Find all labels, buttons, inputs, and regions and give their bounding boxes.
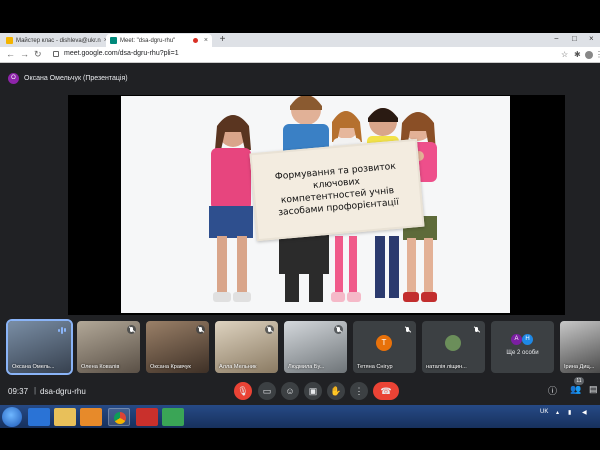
captions-button[interactable]: ☺ [281, 382, 299, 400]
forward-button[interactable]: → [20, 49, 29, 59]
participant-name: Людмила Бу... [288, 364, 325, 370]
maximize-button[interactable]: □ [572, 34, 577, 43]
tab-close-icon[interactable]: × [204, 37, 208, 44]
browser-tab-strip: Майстер клас - dishleva@ukr.n × Meet: "d… [0, 33, 600, 47]
mic-off-icon [265, 325, 274, 334]
recording-indicator-icon [192, 38, 198, 43]
meeting-code: dsa-dgru-rhu [40, 387, 86, 396]
camera-icon: ▭ [262, 385, 272, 396]
presenter-name: Оксана Омельчук (Презентація) [24, 74, 128, 82]
new-tab-button[interactable]: + [217, 35, 228, 46]
tray-arrow-icon[interactable]: ▴ [556, 409, 559, 416]
raise-hand-button[interactable]: ✋ [327, 382, 345, 400]
participant-tile[interactable]: Т Тетяна Снігур [353, 321, 416, 373]
back-button[interactable]: ← [6, 49, 15, 59]
start-button[interactable] [2, 407, 22, 427]
browser-toolbar: ← → ↻ meet.google.com/dsa-dgru-rhu?pli=1… [0, 47, 600, 63]
participant-name: Оксана Омель... [12, 364, 55, 370]
extensions-icon[interactable]: ✱ [574, 50, 581, 59]
participant-tile[interactable]: Оксана Омель... [6, 319, 73, 375]
mic-toggle-button[interactable]: 🎙 [234, 382, 252, 400]
address-bar[interactable]: meet.google.com/dsa-dgru-rhu?pli=1 [64, 50, 179, 57]
present-icon: ▣ [308, 385, 318, 396]
slide-sign: Формування та розвиток ключових компетен… [249, 138, 425, 242]
more-participants-label: Ще 2 особи [506, 350, 539, 356]
profile-icon[interactable] [585, 51, 593, 59]
tab-favicon-icon [6, 37, 13, 44]
explorer-icon[interactable] [54, 408, 76, 426]
participant-name: Олена Ковалів [81, 364, 120, 370]
camera-toggle-button[interactable]: ▭ [258, 382, 276, 400]
captions-icon: ☺ [285, 386, 295, 396]
browser-tab-1[interactable]: Майстер клас - dishleva@ukr.n × [2, 34, 106, 47]
chrome-logo-icon [114, 412, 126, 424]
participant-name: Тетяна Снігур [357, 364, 393, 370]
reload-button[interactable]: ↻ [34, 49, 42, 60]
speaking-indicator-icon [58, 326, 67, 334]
app-icon[interactable] [162, 408, 184, 426]
meet-favicon-icon [110, 37, 117, 44]
participant-tile[interactable]: Олена Ковалів [77, 321, 140, 373]
participant-tile[interactable]: Людмила Бу... [284, 321, 347, 373]
language-indicator[interactable]: UK [540, 409, 548, 415]
slide-title: Формування та розвиток ключових компетен… [274, 160, 400, 219]
participant-name: наталія ліщин... [426, 364, 467, 370]
hang-up-button[interactable]: ☎ [373, 382, 399, 400]
star-icon[interactable]: ☆ [561, 50, 568, 59]
menu-icon[interactable]: ⋮ [595, 50, 600, 59]
windows-taskbar: UK ▴ ▮ ◀ [0, 405, 600, 428]
participant-avatar: A [511, 334, 522, 345]
chat-button[interactable]: ▤ [589, 384, 598, 395]
browser-tab-2[interactable]: Meet: "dsa-dgru-rhu" × [106, 34, 212, 47]
acrobat-icon[interactable] [136, 408, 158, 426]
mic-off-icon [403, 325, 412, 334]
presenter-avatar: O [8, 72, 19, 84]
presentation-stage: Формування та розвиток ключових компетен… [68, 95, 565, 315]
participant-name: Алла Мельник [219, 364, 257, 370]
close-window-button[interactable]: × [589, 34, 594, 43]
separator: | [34, 386, 37, 395]
people-button[interactable]: 👥 [570, 384, 581, 395]
participant-avatar: Н [522, 334, 533, 345]
raise-hand-icon: ✋ [330, 385, 342, 396]
network-icon[interactable]: ▮ [568, 409, 571, 416]
participant-name: Ірина Диц... [564, 364, 595, 370]
mic-off-icon [127, 325, 136, 334]
ie-icon[interactable] [28, 408, 50, 426]
presentation-slide: Формування та розвиток ключових компетен… [121, 96, 510, 313]
participant-tile[interactable]: Алла Мельник [215, 321, 278, 373]
mic-off-icon [196, 325, 205, 334]
mic-off-icon: 🎙 [237, 385, 249, 396]
participant-avatar: Т [376, 335, 392, 351]
hang-up-icon: ☎ [380, 385, 392, 396]
tab-title: Майстер клас - dishleva@ukr.n [16, 37, 101, 44]
info-button[interactable]: ⓘ [548, 384, 557, 397]
media-icon[interactable] [80, 408, 102, 426]
participant-tile[interactable]: Ірина Диц... [560, 321, 600, 373]
present-button[interactable]: ▣ [304, 382, 322, 400]
participant-strip: Оксана Омель... Олена Ковалів Оксана Кра… [6, 319, 600, 375]
minimize-button[interactable]: − [554, 34, 559, 43]
tab-title: Meet: "dsa-dgru-rhu" [120, 37, 176, 44]
presenter-bar: O Оксана Омельчук (Презентація) [8, 71, 128, 85]
chrome-icon[interactable] [108, 408, 130, 426]
volume-icon[interactable]: ◀ [582, 409, 587, 416]
more-options-icon: ⋮ [354, 385, 364, 396]
mic-off-icon [334, 325, 343, 334]
mic-off-icon [472, 325, 481, 334]
meeting-time: 09:37 [8, 387, 29, 396]
lock-icon [53, 51, 59, 57]
more-participants-avatars: A Н [511, 334, 533, 345]
more-participants-tile[interactable]: A Н Ще 2 особи [491, 321, 554, 373]
participant-tile[interactable]: Оксана Кравчук [146, 321, 209, 373]
participant-name: Оксана Кравчук [150, 364, 191, 370]
more-options-button[interactable]: ⋮ [350, 382, 368, 400]
participant-avatar [445, 335, 461, 351]
meet-window: O Оксана Омельчук (Презентація) Формуван… [0, 63, 600, 405]
participant-tile[interactable]: наталія ліщин... [422, 321, 485, 373]
screen: Майстер клас - dishleva@ukr.n × Meet: "d… [0, 0, 600, 450]
